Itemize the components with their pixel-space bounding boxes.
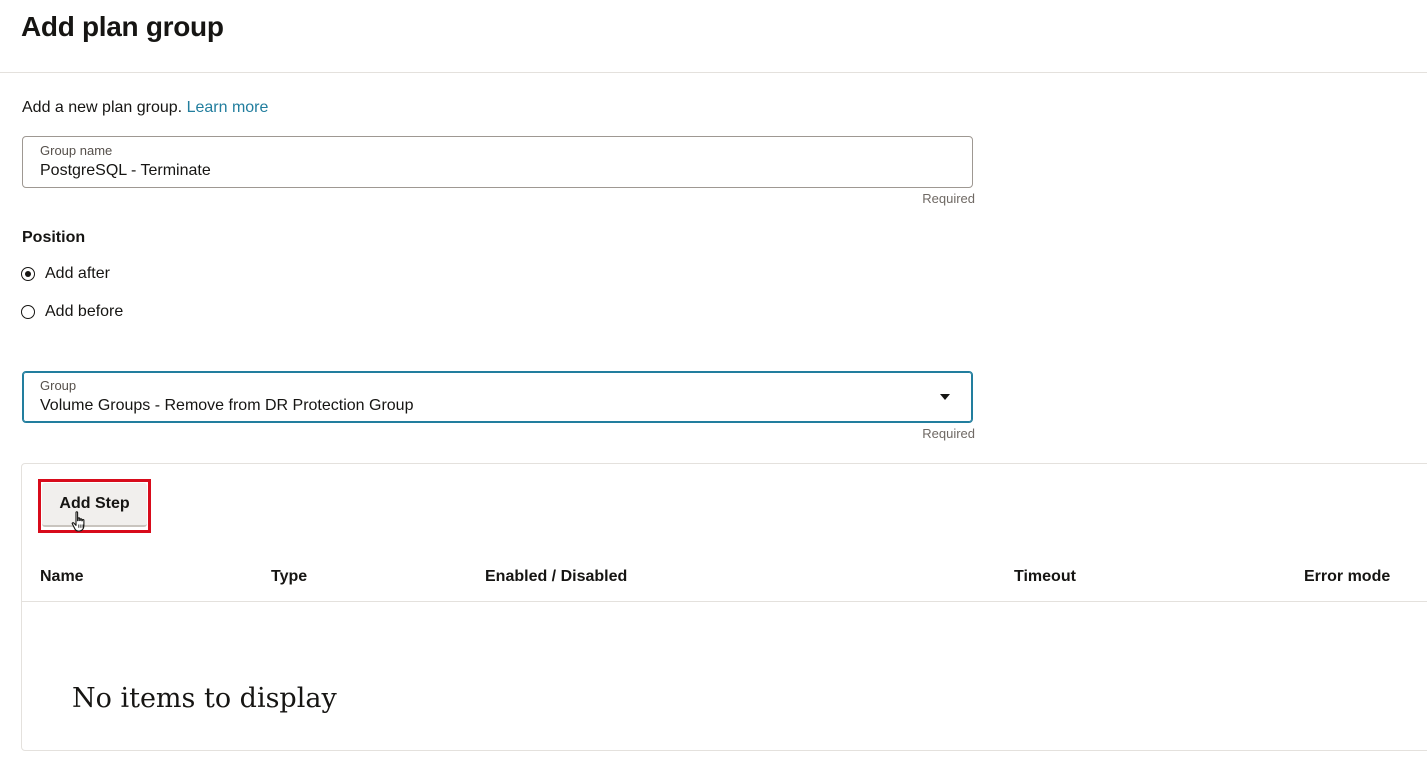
position-label: Position <box>22 229 86 246</box>
learn-more-link[interactable]: Learn more <box>187 99 269 116</box>
intro-text: Add a new plan group. Learn more <box>22 99 268 117</box>
column-header-error-mode[interactable]: Error mode <box>1304 568 1390 586</box>
intro-description: Add a new plan group. <box>22 99 183 116</box>
group-name-required-hint: Required <box>922 191 975 206</box>
add-step-button[interactable]: Add Step <box>42 483 147 527</box>
steps-table-header: Name Type Enabled / Disabled Timeout Err… <box>22 556 1427 602</box>
group-select-value[interactable]: Volume Groups - Remove from DR Protectio… <box>40 397 413 415</box>
radio-add-after[interactable]: Add after <box>21 265 110 283</box>
group-select-required-hint: Required <box>922 426 975 441</box>
empty-state-text: No items to display <box>72 683 337 714</box>
page-header: Add plan group <box>0 0 1427 73</box>
radio-add-before[interactable]: Add before <box>21 303 123 321</box>
add-plan-group-page: Add plan group Add a new plan group. Lea… <box>0 0 1427 771</box>
group-name-label: Group name <box>40 143 113 158</box>
group-name-value[interactable]: PostgreSQL - Terminate <box>40 162 211 180</box>
hand-pointer-icon <box>71 511 85 532</box>
radio-add-before-label: Add before <box>45 303 124 320</box>
group-select[interactable]: Group Volume Groups - Remove from DR Pro… <box>22 371 973 423</box>
column-header-timeout[interactable]: Timeout <box>1014 568 1076 586</box>
column-header-enabled[interactable]: Enabled / Disabled <box>485 568 627 586</box>
caret-down-icon[interactable] <box>940 394 950 400</box>
column-header-name[interactable]: Name <box>40 568 84 586</box>
radio-add-after-label: Add after <box>45 265 110 282</box>
page-title: Add plan group <box>21 11 224 42</box>
radio-unchecked-icon[interactable] <box>21 305 35 319</box>
group-name-field[interactable]: Group name PostgreSQL - Terminate <box>22 136 973 188</box>
column-header-type[interactable]: Type <box>271 568 307 586</box>
group-select-label: Group <box>40 378 77 393</box>
radio-checked-icon[interactable] <box>21 267 35 281</box>
